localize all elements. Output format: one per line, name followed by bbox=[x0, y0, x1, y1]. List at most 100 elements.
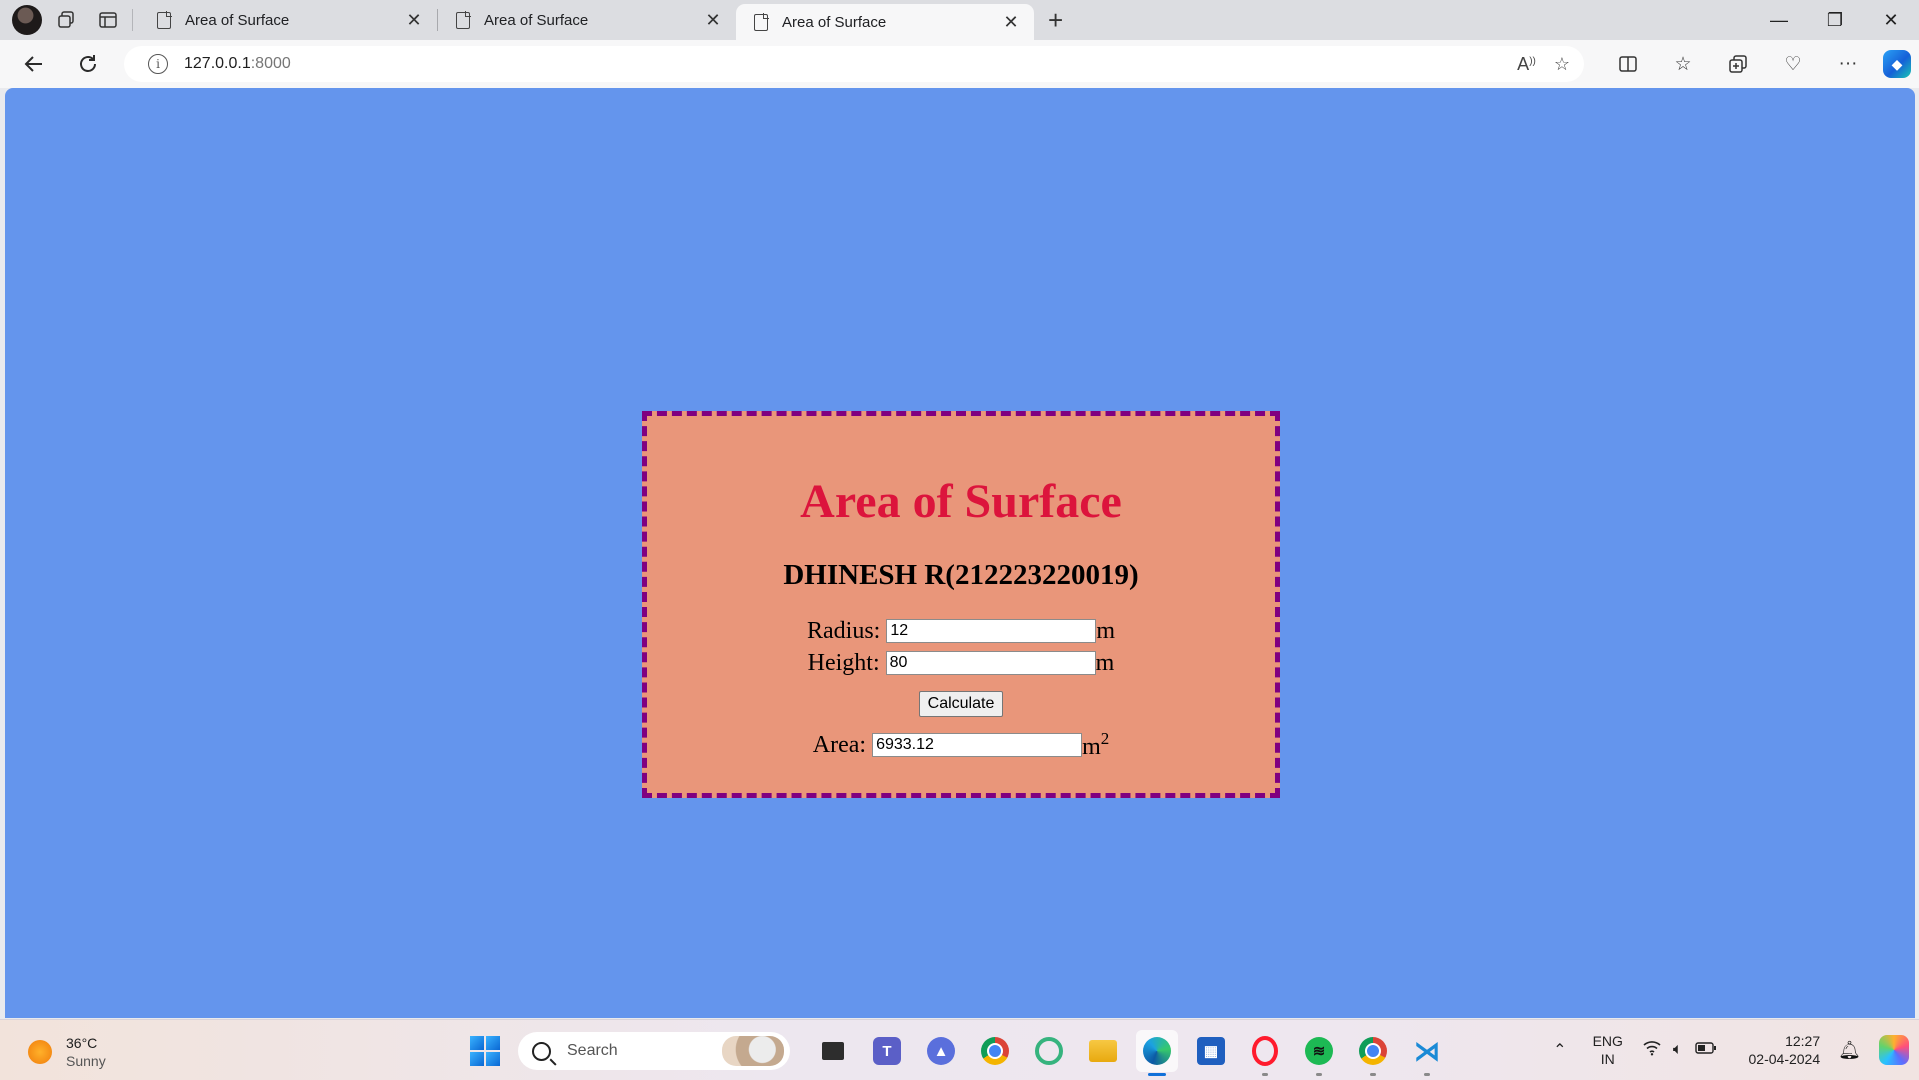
running-indicator bbox=[1370, 1073, 1376, 1076]
area-row: Area: m2 bbox=[647, 729, 1275, 761]
arc-app-icon[interactable]: ▲ bbox=[920, 1030, 962, 1072]
height-unit: m bbox=[1095, 649, 1115, 676]
page-icon bbox=[754, 12, 769, 31]
clock-time: 12:27 bbox=[1785, 1033, 1821, 1049]
running-indicator bbox=[1316, 1073, 1322, 1076]
calculate-row: Calculate bbox=[647, 691, 1275, 717]
tab-title: Area of Surface bbox=[185, 11, 290, 29]
workspaces-icon[interactable] bbox=[48, 2, 84, 38]
language-indicator[interactable]: ENG IN bbox=[1593, 1032, 1623, 1068]
address-url[interactable]: 127.0.0.1:8000 bbox=[184, 55, 291, 73]
page-heading: Area of Surface bbox=[800, 475, 1122, 528]
clock[interactable]: 12:27 02-04-2024 bbox=[1749, 1032, 1821, 1068]
read-aloud-icon[interactable]: A)) bbox=[1517, 54, 1536, 75]
running-indicator bbox=[1262, 1073, 1268, 1076]
calculate-button[interactable]: Calculate bbox=[918, 691, 1004, 717]
favorite-star-icon[interactable]: ☆ bbox=[1554, 54, 1570, 75]
minimize-icon[interactable]: — bbox=[1751, 0, 1807, 40]
radius-row: Radius: m bbox=[647, 615, 1275, 647]
area-unit: m2 bbox=[1082, 729, 1109, 761]
vscode-icon[interactable]: ⋊ bbox=[1406, 1030, 1448, 1076]
tab-close-icon[interactable]: ✕ bbox=[403, 10, 425, 31]
teams-icon[interactable]: T bbox=[866, 1030, 908, 1072]
sun-icon bbox=[28, 1040, 52, 1064]
tab-title: Area of Surface bbox=[782, 13, 887, 31]
volume-icon[interactable]: 🔈︎ bbox=[1673, 1041, 1683, 1059]
url-host: 127.0.0.1 bbox=[184, 55, 251, 72]
page-viewport: Area of Surface DHINESH R(212223220019) … bbox=[5, 88, 1915, 1018]
weather-temp: 36°C bbox=[66, 1035, 98, 1051]
search-label: Search bbox=[567, 1042, 618, 1059]
browser-essentials-icon[interactable]: ♡ bbox=[1773, 44, 1813, 84]
calculator-card: Area of Surface DHINESH R(212223220019) … bbox=[642, 411, 1280, 798]
show-hidden-icons-chevron-icon[interactable]: ⌃ bbox=[1553, 1040, 1566, 1060]
pinned-apps: T ▲ ▦ ≋ ⋊ bbox=[806, 1030, 1454, 1076]
tab-close-icon[interactable]: ✕ bbox=[1000, 12, 1022, 33]
active-indicator bbox=[1148, 1073, 1166, 1076]
author-heading: DHINESH R(212223220019) bbox=[783, 559, 1139, 591]
page-icon bbox=[456, 10, 471, 29]
area-unit-base: m bbox=[1082, 734, 1101, 760]
opera-icon[interactable] bbox=[1244, 1030, 1286, 1076]
notification-bell-icon[interactable]: 🔔︎ bbox=[1838, 1040, 1861, 1061]
start-windows-icon[interactable] bbox=[470, 1036, 500, 1066]
back-arrow-icon[interactable] bbox=[14, 44, 54, 84]
height-input[interactable] bbox=[885, 651, 1096, 675]
refresh-icon[interactable] bbox=[68, 44, 108, 84]
window-controls: — ❐ ✕ bbox=[1751, 0, 1919, 40]
area-label: Area: bbox=[812, 731, 867, 758]
language-line2: IN bbox=[1600, 1051, 1615, 1067]
browser-tab[interactable]: Area of Surface ✕ bbox=[139, 0, 437, 40]
favorites-icon[interactable]: ☆ bbox=[1663, 44, 1703, 84]
store-icon[interactable]: ▦ bbox=[1190, 1030, 1232, 1072]
chrome-profile-icon[interactable] bbox=[1352, 1030, 1394, 1076]
taskbar: 36°C Sunny Search T ▲ ▦ ≋ ⋊ ⌃ ENG IN 🔈︎ … bbox=[0, 1019, 1919, 1080]
collections-icon[interactable] bbox=[1718, 44, 1758, 84]
site-info-icon[interactable]: i bbox=[148, 54, 168, 74]
task-view-icon[interactable] bbox=[812, 1030, 854, 1072]
radius-label: Radius: bbox=[806, 617, 881, 644]
tab-close-icon[interactable]: ✕ bbox=[702, 10, 724, 31]
search-highlight-image bbox=[722, 1036, 784, 1066]
edge-icon[interactable] bbox=[1136, 1030, 1178, 1076]
split-screen-icon[interactable] bbox=[1608, 44, 1648, 84]
tab-separator bbox=[132, 9, 133, 31]
page-icon bbox=[157, 10, 172, 29]
address-bar[interactable]: i 127.0.0.1:8000 A)) ☆ bbox=[124, 46, 1584, 82]
running-indicator bbox=[1424, 1073, 1430, 1076]
tab-title: Area of Surface bbox=[484, 11, 589, 29]
copilot-icon[interactable]: ◆ bbox=[1883, 50, 1911, 78]
restore-icon[interactable]: ❐ bbox=[1807, 0, 1863, 40]
weather-condition: Sunny bbox=[66, 1053, 106, 1069]
more-menu-icon[interactable]: ··· bbox=[1828, 44, 1868, 84]
area-output[interactable] bbox=[872, 733, 1083, 757]
height-label: Height: bbox=[807, 649, 880, 676]
file-explorer-icon[interactable] bbox=[1082, 1030, 1124, 1072]
chrome-icon[interactable] bbox=[974, 1030, 1016, 1072]
height-row: Height: m bbox=[647, 647, 1275, 679]
browser-tab[interactable]: Area of Surface ✕ bbox=[438, 0, 736, 40]
toolbar-right: ☆ ♡ ··· ◆ bbox=[1608, 44, 1911, 84]
wifi-icon[interactable] bbox=[1643, 1040, 1661, 1061]
search-icon bbox=[532, 1041, 551, 1061]
area-unit-exponent: 2 bbox=[1100, 729, 1110, 748]
radius-input[interactable] bbox=[886, 619, 1097, 643]
browser-toolbar: i 127.0.0.1:8000 A)) ☆ ☆ ♡ ··· ◆ bbox=[0, 40, 1919, 88]
weather-widget[interactable]: 36°C Sunny bbox=[28, 1034, 106, 1070]
system-tray: ⌃ ENG IN 🔈︎ 12:27 02-04-2024 🔔︎ bbox=[1553, 1020, 1919, 1080]
browser-tab-active[interactable]: Area of Surface ✕ bbox=[736, 4, 1034, 40]
battery-icon[interactable] bbox=[1694, 1041, 1717, 1059]
taskbar-center: Search T ▲ ▦ ≋ ⋊ bbox=[470, 1030, 1454, 1076]
language-line1: ENG bbox=[1592, 1033, 1623, 1049]
circle-app-icon[interactable] bbox=[1028, 1030, 1070, 1072]
taskbar-search[interactable]: Search bbox=[518, 1032, 790, 1070]
tab-strip: Area of Surface ✕ Area of Surface ✕ Area… bbox=[0, 0, 1919, 40]
url-port: :8000 bbox=[250, 55, 291, 72]
vertical-tabs-icon[interactable] bbox=[90, 2, 126, 38]
clock-date: 02-04-2024 bbox=[1748, 1051, 1821, 1067]
spotify-icon[interactable]: ≋ bbox=[1298, 1030, 1340, 1076]
new-tab-plus-icon[interactable]: + bbox=[1048, 5, 1063, 36]
window-close-icon[interactable]: ✕ bbox=[1863, 0, 1919, 40]
copilot-taskbar-icon[interactable] bbox=[1879, 1035, 1909, 1065]
profile-avatar[interactable] bbox=[12, 5, 42, 35]
